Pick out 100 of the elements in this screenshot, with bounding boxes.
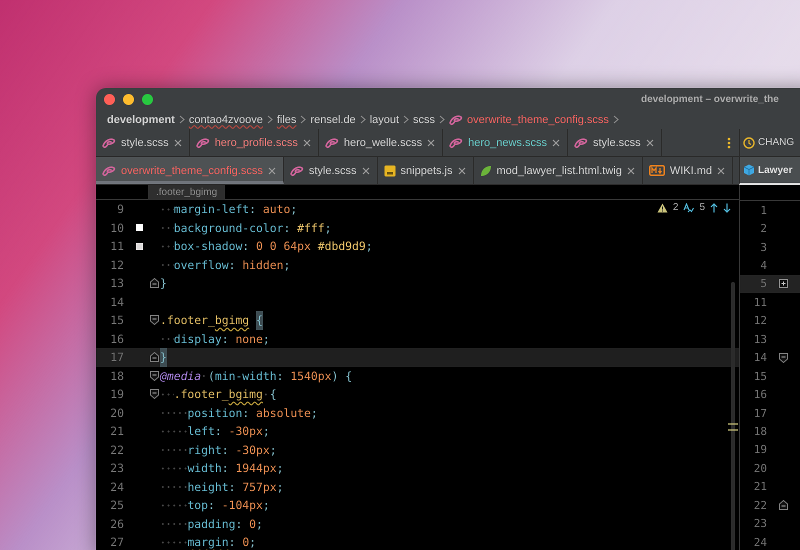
- file-tab[interactable]: style.scss: [284, 157, 378, 184]
- line-number: 14: [109, 294, 125, 309]
- close-icon[interactable]: [174, 138, 182, 146]
- code-line: right: -30px;: [160, 440, 277, 459]
- line-number: 24: [109, 480, 125, 494]
- chevron-right-icon: [266, 115, 273, 124]
- close-icon[interactable]: [427, 138, 436, 146]
- sass-file-icon: [449, 114, 464, 126]
- breadcrumb-item[interactable]: layout: [370, 114, 400, 126]
- line-number: 18: [752, 424, 768, 438]
- warning-count: 2: [672, 202, 678, 213]
- breadcrumb-item[interactable]: development: [107, 114, 175, 126]
- line-number: 9: [116, 202, 125, 216]
- minimize-button[interactable]: [123, 94, 134, 104]
- sass-file-icon: [102, 164, 116, 176]
- fold-marker-icon[interactable]: [150, 352, 158, 362]
- arrow-down-icon[interactable]: [723, 202, 731, 212]
- sass-file-icon: [102, 136, 116, 148]
- close-icon[interactable]: [362, 166, 370, 174]
- fold-marker-icon[interactable]: [150, 315, 158, 326]
- breadcrumb-item[interactable]: contao4zvoove: [188, 114, 263, 126]
- code-line: background-color: #fff;: [160, 218, 332, 237]
- chevron-right-icon: [403, 115, 410, 124]
- code-line: box-shadow: 0 0 64px #dbd9d9;: [160, 237, 373, 256]
- panel-title[interactable]: CHANG: [758, 137, 794, 148]
- code-breadcrumb[interactable]: .footer_bgimg: [148, 185, 226, 200]
- more-options-icon[interactable]: [727, 137, 731, 149]
- error-stripe-icon: [728, 423, 738, 431]
- line-number: 18: [109, 368, 125, 383]
- file-tab[interactable]: Lawyer: [739, 157, 800, 185]
- file-tab[interactable]: snippets.js: [378, 157, 474, 184]
- breadcrumb-item[interactable]: rensel.de: [310, 114, 356, 126]
- line-number: 20: [752, 462, 768, 475]
- line-number: 19: [752, 443, 768, 456]
- sass-file-icon: [290, 164, 304, 176]
- line-number: 19: [109, 387, 125, 402]
- js-file-icon: [384, 164, 396, 176]
- code-line: margin-left: auto;: [160, 200, 298, 218]
- line-number: 16: [752, 388, 768, 402]
- fold-marker-icon[interactable]: [778, 352, 788, 363]
- fold-marker-icon[interactable]: [150, 389, 158, 400]
- close-icon[interactable]: [458, 166, 466, 174]
- close-icon[interactable]: [552, 138, 560, 146]
- line-number: 15: [752, 370, 768, 383]
- markdown-file-icon: [648, 165, 665, 176]
- line-number: 5: [759, 277, 768, 290]
- breadcrumb-item[interactable]: scss: [413, 114, 436, 126]
- line-number: 2: [759, 222, 768, 236]
- line-number: 10: [109, 220, 125, 235]
- file-tab[interactable]: hero_profile.scss: [190, 129, 319, 156]
- code-line: position: absolute;: [160, 404, 318, 422]
- code-line: .footer_bgimg {: [160, 311, 263, 330]
- expand-icon[interactable]: [778, 279, 788, 288]
- code-line: display: none;: [160, 330, 270, 348]
- chevron-right-icon: [360, 115, 366, 124]
- code-line: .footer_bgimg {: [160, 385, 277, 404]
- line-number: 22: [752, 498, 768, 512]
- close-icon[interactable]: [646, 138, 654, 146]
- line-number: 17: [109, 350, 125, 364]
- breadcrumb-item[interactable]: files: [276, 114, 296, 126]
- file-tab[interactable]: hero_welle.scss: [318, 129, 444, 156]
- code-line: overflow: hidden;: [160, 256, 290, 274]
- close-icon[interactable]: [717, 166, 726, 174]
- chevron-right-icon: [300, 115, 306, 124]
- spelling-icon: [683, 202, 694, 212]
- file-tab[interactable]: WIKI.md: [642, 157, 734, 184]
- close-icon[interactable]: [268, 166, 276, 174]
- line-number: 27: [109, 535, 125, 550]
- close-button[interactable]: [104, 94, 115, 104]
- arrow-up-icon[interactable]: [710, 202, 718, 212]
- line-number: 26: [109, 516, 125, 531]
- line-number: 22: [109, 442, 125, 457]
- close-icon[interactable]: [626, 166, 635, 174]
- file-tab[interactable]: mod_lawyer_list.html.twig: [474, 157, 643, 184]
- scrollbar[interactable]: [731, 282, 735, 550]
- chevron-right-icon: [439, 115, 446, 124]
- cube-icon: [743, 164, 755, 176]
- line-number: 11: [752, 296, 768, 309]
- fold-marker-icon[interactable]: [150, 370, 158, 381]
- line-number: 15: [109, 313, 125, 328]
- code-line: top: -104px;: [160, 496, 270, 514]
- code-line: left: -30px;: [160, 422, 270, 440]
- typo-count: 5: [699, 202, 705, 213]
- fold-marker-icon[interactable]: [150, 278, 158, 288]
- file-tab[interactable]: hero_news.scss: [443, 129, 568, 156]
- code-line: width: 1944px;: [160, 459, 284, 478]
- file-tab[interactable]: style.scss: [568, 129, 662, 156]
- zoom-button[interactable]: [142, 94, 153, 104]
- line-number: 24: [752, 536, 768, 549]
- line-number: 12: [109, 258, 125, 272]
- line-number: 4: [759, 259, 768, 272]
- line-number: 21: [752, 480, 768, 494]
- close-icon[interactable]: [302, 138, 311, 146]
- fold-marker-icon[interactable]: [778, 500, 788, 510]
- line-number: 11: [109, 239, 125, 254]
- code-line: @media (min-width: 1540px) {: [160, 366, 352, 385]
- warning-icon: [656, 202, 668, 212]
- sass-file-icon: [324, 136, 339, 148]
- leaf-icon: [480, 164, 492, 176]
- file-tab[interactable]: style.scss: [96, 129, 190, 156]
